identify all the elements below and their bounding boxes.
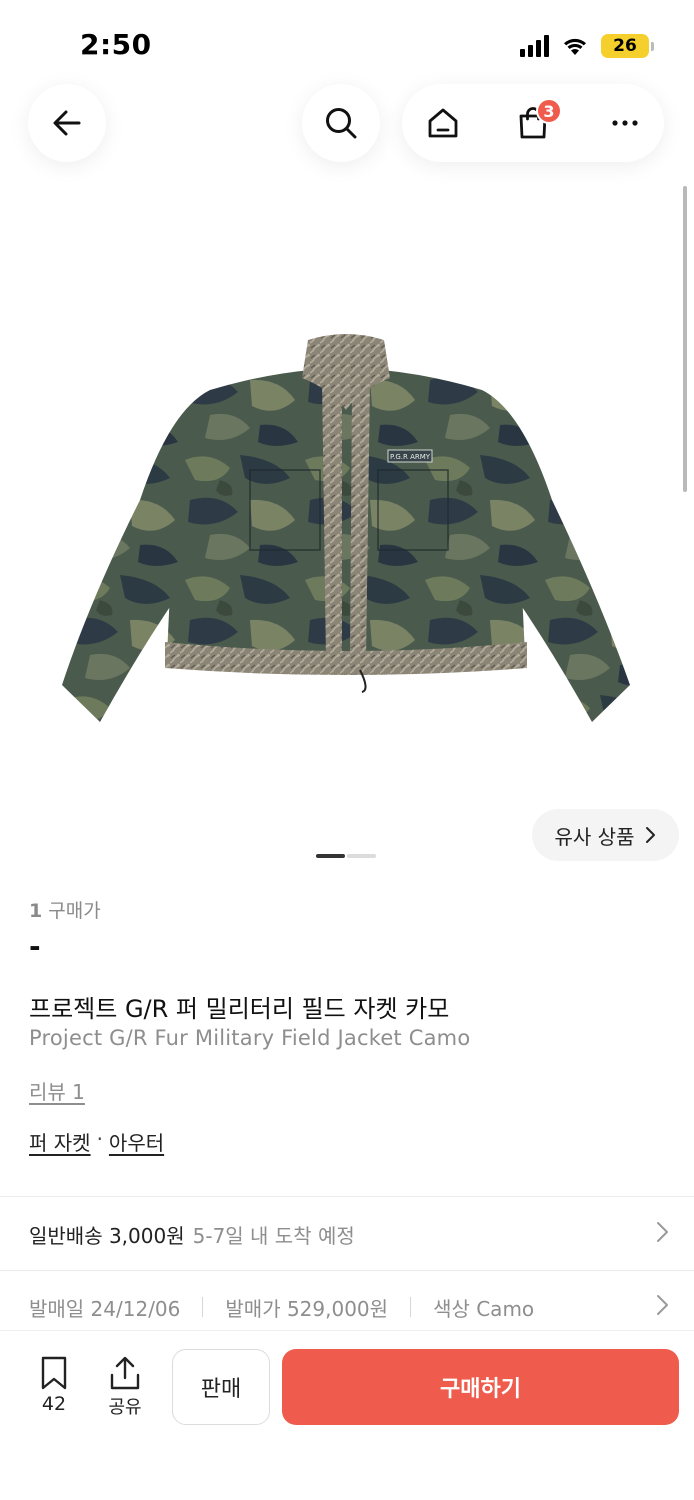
bottom-action-bar: 42 공유 판매 구매하기 [0,1330,694,1500]
battery-indicator: 26 [601,34,649,58]
more-dots-icon [612,120,638,126]
release-date: 발매일 24/12/06 [29,1296,181,1321]
status-time: 2:50 [80,28,152,61]
image-page-indicator [316,854,376,858]
image-patch-text: P.G.R ARMY [390,453,431,461]
divider [0,1196,694,1197]
similar-products-button[interactable]: 유사 상품 [532,809,679,861]
buy-button[interactable]: 구매하기 [282,1349,679,1425]
status-bar: 2:50 26 [0,0,694,80]
back-button[interactable] [28,84,106,162]
meta-separator [202,1297,204,1317]
release-price: 발매가 529,000원 [225,1296,389,1321]
product-title-korean: 프로젝트 G/R 퍼 밀리터리 필드 자켓 카모 [29,995,450,1023]
review-link[interactable]: 리뷰 1 [29,1076,85,1105]
category-link-fur-jacket[interactable]: 퍼 자켓 [29,1127,91,1156]
product-title-english: Project G/R Fur Military Field Jacket Ca… [29,1026,471,1050]
cart-count-badge: 3 [536,98,562,124]
meta-separator [410,1297,412,1317]
sell-button[interactable]: 판매 [172,1349,270,1425]
delivery-eta: 5-7일 내 도착 예정 [192,1223,355,1248]
nav-action-group: 3 [402,84,664,162]
home-button[interactable] [404,84,482,162]
product-color: 색상 Camo [433,1296,535,1321]
scrollbar[interactable] [683,186,687,492]
cart-button[interactable]: 3 [494,84,572,162]
chevron-right-icon [646,827,656,843]
price: - [29,930,41,963]
bookmark-count: 42 [41,1393,67,1415]
bookmark-button[interactable]: 42 [30,1355,78,1415]
delivery-info-row[interactable]: 일반배송 3,000원 5-7일 내 도착 예정 [29,1219,669,1249]
cellular-signal-icon [520,35,549,57]
category-link-outer[interactable]: 아우터 [109,1127,164,1156]
chevron-right-icon [657,1222,668,1242]
more-options-button[interactable] [586,84,664,162]
category-breadcrumb: 퍼 자켓 · 아우터 [29,1127,164,1156]
chevron-right-icon [657,1295,668,1315]
buyer-count: 1 구매가 [29,896,101,923]
search-icon [326,108,357,139]
category-separator: · [96,1127,103,1151]
buyer-count-number: 1 [29,900,43,922]
share-label: 공유 [108,1397,142,1418]
divider [0,1270,694,1271]
indicator-active [316,854,345,858]
battery-cap [651,41,654,51]
indicator-inactive [347,854,376,858]
similar-products-label: 유사 상품 [554,824,635,849]
home-icon [428,108,458,138]
delivery-label: 일반배송 3,000원 [29,1223,185,1248]
search-button[interactable] [302,84,380,162]
status-indicators: 26 [520,30,654,62]
share-icon [110,1356,140,1390]
back-arrow-icon [53,110,81,136]
product-meta-row[interactable]: 발매일 24/12/06 발매가 529,000원 색상 Camo [29,1292,669,1322]
share-button[interactable]: 공유 [100,1355,150,1419]
bookmark-icon [41,1356,67,1390]
buyer-count-label: 구매가 [48,900,101,922]
product-image[interactable]: P.G.R ARMY [60,330,632,725]
wifi-icon [564,38,586,55]
battery-level: 26 [613,36,637,56]
